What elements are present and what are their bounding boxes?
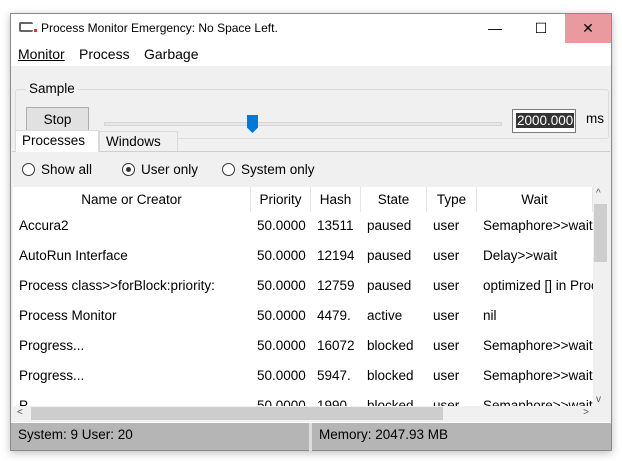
cell-state: paused [367,218,412,233]
cell-name: Progress... [19,338,85,353]
cell-name: AutoRun Interface [19,248,128,263]
cell-wait: Semaphore>>wait [483,368,593,383]
cell-state: blocked [367,338,414,353]
table-row[interactable]: Process Monitor 50.0000 4479. active user nil [13,302,593,327]
menu-process[interactable]: Process [79,46,130,62]
menu-monitor[interactable]: Monitor [18,46,65,62]
cell-type: user [433,368,460,383]
cell-priority: 50.0000 [257,338,306,353]
cell-state: blocked [367,398,414,406]
scroll-thumb[interactable] [31,407,443,420]
unit-label: ms [586,111,604,126]
cell-wait: nil [483,308,497,323]
column-header-hash[interactable]: Hash [311,187,361,212]
cell-wait: Semaphore>>wait [483,218,593,233]
cell-name: Progress... [19,368,85,383]
cell-wait: optimized [] in Process [483,278,593,293]
column-header-state[interactable]: State [361,187,427,212]
radio-label: User only [141,162,199,177]
menu-garbage[interactable]: Garbage [144,46,198,62]
interval-value: 2000.000 [516,113,575,128]
cell-name: Process class>>forBlock:priority: [19,278,215,293]
table-row[interactable]: AutoRun Interface 50.0000 12194 paused user D… [13,242,593,267]
title-bar: Process Monitor Emergency: No Space Left… [11,14,611,43]
cell-hash: 5947. [317,368,351,383]
cell-priority: 50.0000 [257,308,306,323]
cell-state: active [367,308,403,323]
memory-status: Memory: 2047.93 MB [319,427,449,442]
cell-state: paused [367,278,412,293]
cell-name: Accura2 [19,218,69,233]
cell-wait: Semaphore>>wait [483,338,593,353]
cell-hash: 13511 [317,218,354,233]
status-bar: System: 9 User: 20 Memory: 2047.93 MB [11,422,611,451]
minimize-button[interactable]: — [472,14,518,43]
slider-thumb[interactable] [247,115,258,133]
radio-circle [22,163,35,176]
cell-hash: 12194 [317,248,355,263]
table-row[interactable]: P 50.0000 1990 blocked user Semaphore>>wait [13,392,593,406]
cell-type: user [433,218,460,233]
cell-type: user [433,398,460,406]
process-monitor-window: Process Monitor Emergency: No Space Left… [10,13,612,451]
cell-hash: 4479. [317,308,351,323]
cell-type: user [433,308,460,323]
vertical-scrollbar[interactable]: ^ v [593,187,608,406]
scroll-thumb[interactable] [594,204,607,262]
sample-slider[interactable] [104,122,502,126]
cell-priority: 50.0000 [257,278,306,293]
sample-label: Sample [26,81,78,96]
maximize-button[interactable]: ☐ [518,14,564,43]
table-header: Name or Creator Priority Hash State Type Wait [13,187,593,212]
cell-type: user [433,278,460,293]
cell-name: P [19,398,29,406]
table-row[interactable]: Progress... 50.0000 5947. blocked user Semaph… [13,362,593,387]
cell-name: Process Monitor [19,308,117,323]
stop-button[interactable]: Stop [26,107,89,132]
tab-processes[interactable]: Processes [15,130,99,152]
tab-windows[interactable]: Windows [99,131,178,152]
cell-wait: Delay>>wait [483,248,558,263]
cell-priority: 50.0000 [257,248,306,263]
processes-panel: Show all User only System only Name or C… [12,151,610,421]
radio-circle [222,163,235,176]
cell-hash: 16072 [317,338,355,353]
close-button[interactable]: ✕ [565,14,611,43]
radio-show-all[interactable]: Show all [22,162,92,177]
table-row[interactable]: Progress... 50.0000 16072 blocked user Semaph… [13,332,593,357]
cell-priority: 50.0000 [257,398,306,406]
app-icon [19,22,37,32]
radio-label: System only [241,162,315,177]
cell-type: user [433,338,460,353]
process-table: Name or Creator Priority Hash State Type Wait… [13,187,593,406]
cell-state: paused [367,248,412,263]
horizontal-scrollbar[interactable]: < > [13,406,593,421]
column-header-name[interactable]: Name or Creator [13,187,251,212]
radio-circle-checked [122,163,135,176]
radio-label: Show all [41,162,93,177]
radio-system-only[interactable]: System only [222,162,315,177]
cell-state: blocked [367,368,414,383]
table-row[interactable]: Accura2 50.0000 13511 paused user Semaphore>>… [13,212,593,237]
column-header-type[interactable]: Type [427,187,477,212]
cell-hash: 1990 [317,398,348,406]
cell-hash: 12759 [317,278,355,293]
column-header-priority[interactable]: Priority [251,187,311,212]
window-title: Process Monitor Emergency: No Space Left… [41,21,278,35]
column-header-wait[interactable]: Wait [477,187,593,212]
radio-user-only[interactable]: User only [122,162,198,177]
interval-input[interactable]: 2000.000 [512,109,576,133]
cell-priority: 50.0000 [257,368,306,383]
menu-bar: Monitor Process Garbage [11,43,611,66]
process-counts: System: 9 User: 20 [18,427,133,442]
table-row[interactable]: Process class>>forBlock:priority: 50.0000… [13,272,593,297]
cell-wait: Semaphore>>wait [483,398,593,406]
cell-priority: 50.0000 [257,218,306,233]
cell-type: user [433,248,460,263]
